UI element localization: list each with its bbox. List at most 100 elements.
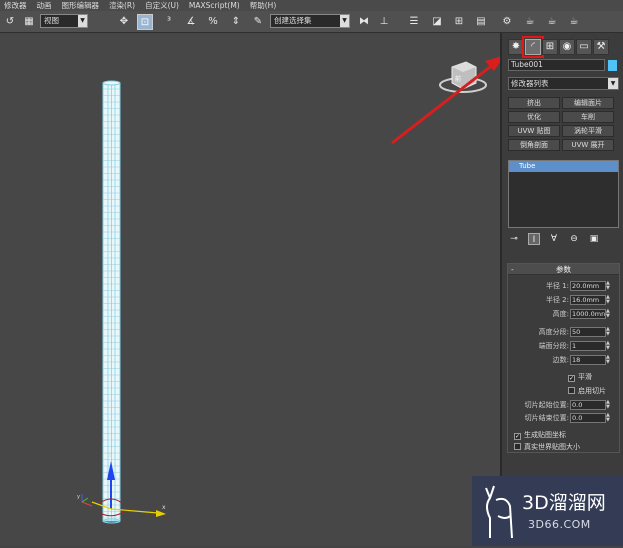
parameters-rollout: - 参数 半径 1: 20.0mm ▲ ▼ 半径 2: 16.0mm ▲ ▼ 高度:… <box>507 263 620 453</box>
remove-modifier-icon[interactable]: ⊖ <box>568 233 580 245</box>
make-unique-icon[interactable]: ∀ <box>548 233 560 245</box>
modifier-unwrap-uvw-button[interactable]: UVW 展开 <box>562 139 614 151</box>
undo-icon[interactable]: ↺ <box>2 14 18 30</box>
object-name-field[interactable]: Tube001 <box>508 59 605 71</box>
mirror-icon[interactable]: ⧓ <box>356 14 372 30</box>
radius1-input[interactable]: 20.0mm <box>570 281 606 291</box>
menu-rendering[interactable]: 渲染(R) <box>109 0 135 11</box>
render-frame-icon[interactable]: ☕ <box>522 14 538 30</box>
watermark-brand: 3D溜溜网 <box>522 492 606 514</box>
menu-customize[interactable]: 自定义(U) <box>145 0 179 11</box>
display-icon[interactable]: ▭ <box>576 39 592 55</box>
command-panel-tabs: ✸ ◜ ⊞ ◉ ▭ ⚒ <box>508 36 609 58</box>
spinner-icon[interactable]: ▲ ▼ <box>606 413 612 423</box>
utilities-icon[interactable]: ⚒ <box>593 39 609 55</box>
menu-graph-editors[interactable]: 图形编辑器 <box>62 0 100 11</box>
spinner-icon[interactable]: ▲ ▼ <box>606 327 612 337</box>
modifier-turbosmooth-button[interactable]: 涡轮平滑 <box>562 125 614 137</box>
stack-toolbar: ⊸ I ∀ ⊖ ▣ <box>508 233 600 245</box>
modifier-edit-patch-button[interactable]: 编辑面片 <box>562 97 614 109</box>
schematic-icon[interactable]: ⊞ <box>451 14 467 30</box>
param-height: 高度: 1000.0mn ▲ ▼ <box>508 309 621 320</box>
deer-logo-icon <box>485 485 513 539</box>
param-radius2: 半径 2: 16.0mm ▲ ▼ <box>508 295 621 306</box>
modify-icon[interactable]: ◜ <box>522 36 544 58</box>
show-end-result-icon[interactable]: I <box>528 233 540 245</box>
modifier-uvw-map-button[interactable]: UVW 贴图 <box>508 125 560 137</box>
snap-3-icon[interactable]: ³ <box>161 14 177 30</box>
spinner-icon[interactable]: ▲ ▼ <box>606 341 612 351</box>
configure-sets-icon[interactable]: ▣ <box>588 233 600 245</box>
move-icon[interactable]: ✥ <box>116 14 132 30</box>
object-color-swatch[interactable] <box>608 60 617 71</box>
gen-mapping-checkbox[interactable]: ✓ 生成贴图坐标 <box>514 430 566 440</box>
slice-to-input[interactable]: 0.0 <box>570 413 606 423</box>
align-icon[interactable]: ⊥ <box>376 14 392 30</box>
modifier-lathe-button[interactable]: 车削 <box>562 111 614 123</box>
menu-help[interactable]: 帮助(H) <box>250 0 277 11</box>
tube-object[interactable] <box>102 80 121 524</box>
chevron-down-icon: ▼ <box>340 15 349 27</box>
param-slice-to: 切片结束位置: 0.0 ▲ ▼ <box>508 413 621 424</box>
cap-segments-input[interactable]: 1 <box>570 341 606 351</box>
param-cap-segments: 端面分段: 1 ▲ ▼ <box>508 341 621 352</box>
motion-icon[interactable]: ◉ <box>559 39 575 55</box>
perspective-viewport[interactable]: x z y 前 <box>0 33 505 546</box>
spinner-icon[interactable]: ▲ ▼ <box>606 281 612 291</box>
param-radius1: 半径 1: 20.0mm ▲ ▼ <box>508 281 621 292</box>
view-select-dropdown[interactable]: 视图 ▼ <box>40 14 88 28</box>
spinner-icon[interactable]: ▲ ▼ <box>606 295 612 305</box>
svg-text:x: x <box>162 504 166 511</box>
parameters-rollout-header[interactable]: - 参数 <box>508 264 619 275</box>
checkmark-icon: ✓ <box>568 375 575 382</box>
slice-on-checkbox[interactable]: 启用切片 <box>568 386 606 396</box>
command-panel: ✸ ◜ ⊞ ◉ ▭ ⚒ Tube001 修改器列表 ▼ 挤出 编辑面片 优化 车… <box>500 33 623 546</box>
height-segments-input[interactable]: 50 <box>570 327 606 337</box>
curve-editor-icon[interactable]: ◪ <box>429 14 445 30</box>
spinner-icon[interactable]: ▲ ▼ <box>606 400 612 410</box>
param-sides: 边数: 18 ▲ ▼ <box>508 355 621 366</box>
menu-animation[interactable]: 动画 <box>37 0 52 11</box>
material-editor-icon[interactable]: ▤ <box>473 14 489 30</box>
radius2-input[interactable]: 16.0mm <box>570 295 606 305</box>
param-height-segments: 高度分段: 50 ▲ ▼ <box>508 327 621 338</box>
menu-maxscript[interactable]: MAXScript(M) <box>189 1 240 10</box>
edit-named-sel-icon[interactable]: ✎ <box>250 14 266 30</box>
angle-snap-icon[interactable]: ∡ <box>183 14 199 30</box>
modifier-extrude-button[interactable]: 挤出 <box>508 97 560 109</box>
watermark: 3D溜溜网 3D66.COM <box>472 476 623 546</box>
select-region-icon[interactable]: ⊡ <box>137 14 153 30</box>
spinner-icon[interactable]: ▲ ▼ <box>606 355 612 365</box>
viewport-canvas: x z y 前 <box>77 55 505 524</box>
hierarchy-icon[interactable]: ⊞ <box>542 39 558 55</box>
spinner-snap-icon[interactable]: ⇕ <box>228 14 244 30</box>
modifier-bevel-profile-button[interactable]: 倒角剖面 <box>508 139 560 151</box>
stack-item-tube[interactable]: Tube <box>509 161 618 172</box>
render-setup-icon[interactable]: ⚙ <box>499 14 515 30</box>
smooth-checkbox[interactable]: ✓ 平滑 <box>568 372 592 382</box>
layer-icon[interactable]: ☰ <box>406 14 422 30</box>
chevron-down-icon: ▼ <box>608 78 618 89</box>
render-active-icon[interactable]: ☕ <box>566 14 582 30</box>
modifier-list-dropdown[interactable]: 修改器列表 ▼ <box>508 77 619 90</box>
chevron-down-icon: ▼ <box>78 15 87 27</box>
modifier-optimize-button[interactable]: 优化 <box>508 111 560 123</box>
height-input[interactable]: 1000.0mn <box>570 309 606 319</box>
render-icon[interactable]: ☕ <box>544 14 560 30</box>
svg-text:y: y <box>77 494 80 500</box>
sides-input[interactable]: 18 <box>570 355 606 365</box>
percent-snap-icon[interactable]: % <box>205 14 221 30</box>
create-icon[interactable]: ✸ <box>508 39 524 55</box>
select-filter-icon[interactable]: ▦ <box>21 14 37 30</box>
real-world-map-checkbox[interactable]: 真实世界贴图大小 <box>514 442 580 452</box>
named-selection-dropdown[interactable]: 创建选择集 ▼ <box>270 14 350 28</box>
slice-from-input[interactable]: 0.0 <box>570 400 606 410</box>
svg-text:z: z <box>108 452 111 459</box>
main-toolbar: ↺ ▦ 视图 ▼ ✥ ⊡ ³ ∡ % ⇕ ✎ 创建选择集 ▼ ⧓ ⊥ ☰ ◪ ⊞… <box>0 11 623 33</box>
collapse-icon: - <box>511 265 514 274</box>
pin-stack-icon[interactable]: ⊸ <box>508 233 520 245</box>
world-axis-tripod: y <box>77 494 93 507</box>
menu-modifiers[interactable]: 修改器 <box>4 0 27 11</box>
menu-bar: 修改器 动画 图形编辑器 渲染(R) 自定义(U) MAXScript(M) 帮… <box>0 0 623 11</box>
spinner-icon[interactable]: ▲ ▼ <box>606 309 612 319</box>
